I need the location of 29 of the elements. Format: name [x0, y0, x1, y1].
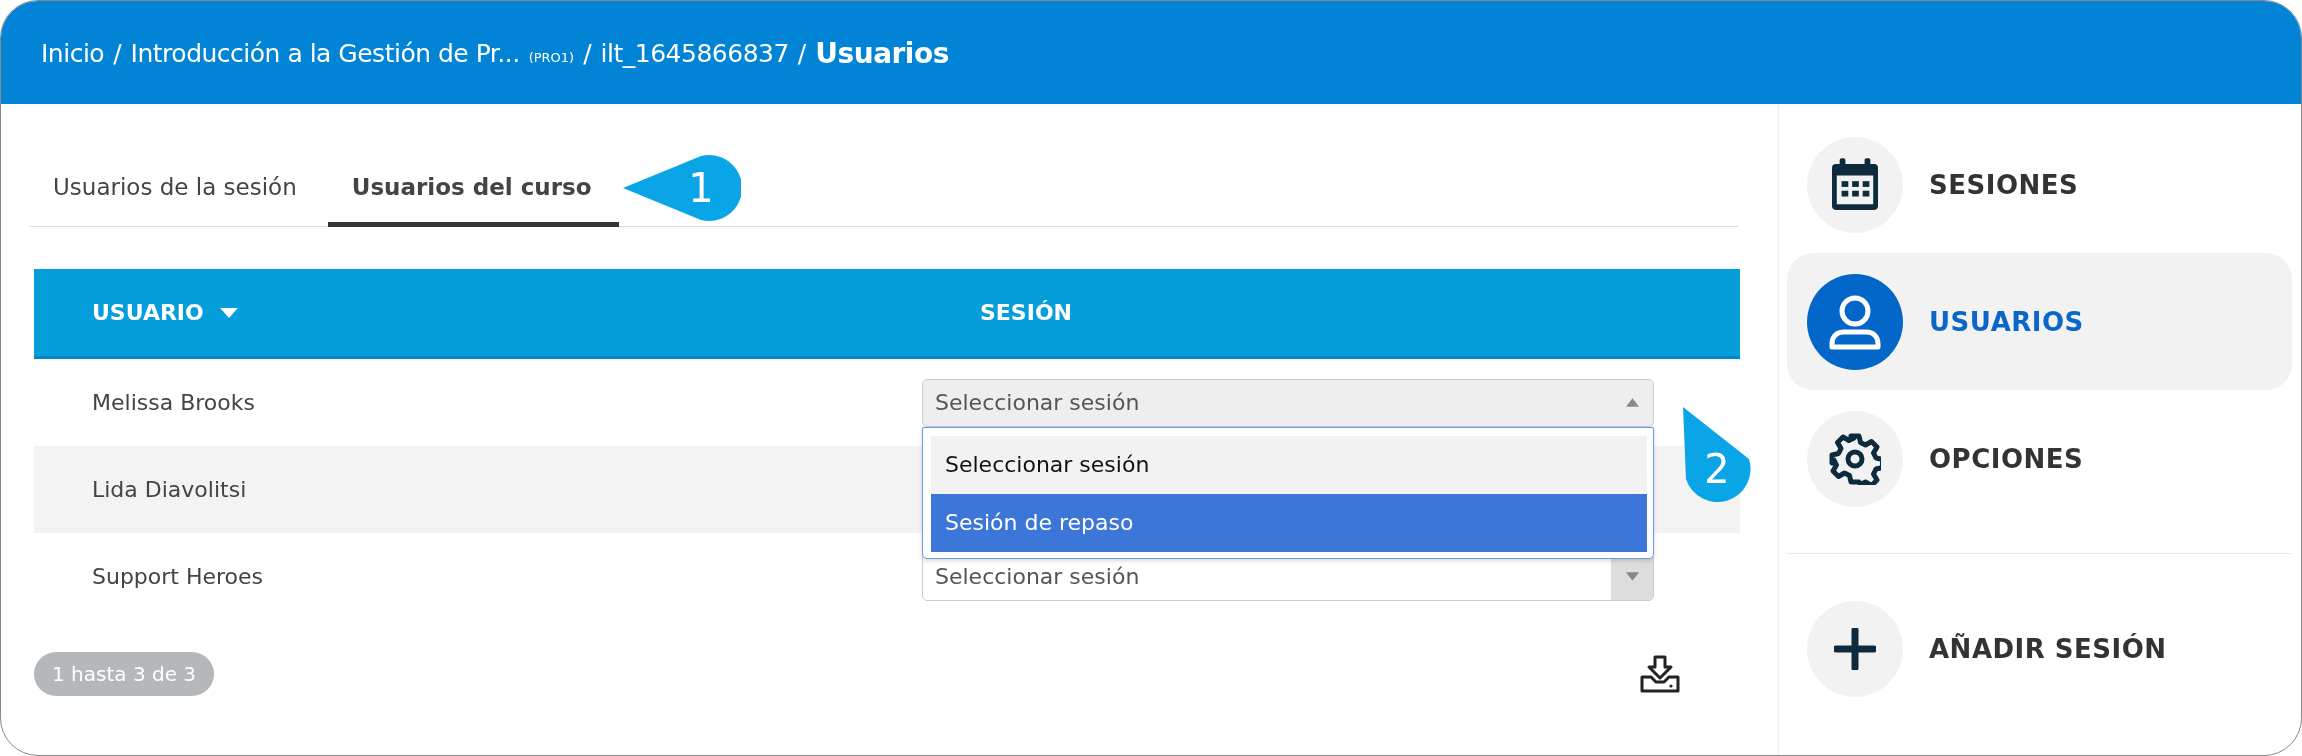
sidebar-item[interactable]: SESIONES: [1787, 116, 2292, 253]
breadcrumb-link[interactable]: Introducción a la Gestión de Pr...: [130, 39, 520, 68]
pagination-badge: 1 hasta 3 de 3: [34, 652, 215, 696]
user-name: Support Heroes: [91, 564, 265, 589]
sidebar-item[interactable]: OPCIONES: [1787, 390, 2292, 527]
tab[interactable]: Usuarios del curso: [327, 151, 619, 227]
add-session-button[interactable]: AÑADIR SESIÓN: [1787, 580, 2292, 717]
dropdown-option[interactable]: Seleccionar sesión: [931, 435, 1647, 494]
breadcrumb-link[interactable]: ilt_1645866837: [600, 39, 789, 68]
user-name: Melissa Brooks: [91, 390, 256, 415]
breadcrumb-link[interactable]: Usuarios: [815, 37, 949, 70]
breadcrumb-link[interactable]: Inicio: [41, 39, 105, 68]
breadcrumb-separator: /: [583, 39, 592, 68]
dropdown-option[interactable]: Sesión de repaso: [931, 493, 1647, 552]
user-icon: [1827, 293, 1883, 350]
user-name: Lida Diavolitsi: [91, 477, 248, 502]
session-select[interactable]: Seleccionar sesión: [922, 378, 1654, 427]
breadcrumb-separator: /: [113, 39, 122, 68]
tab[interactable]: Usuarios de la sesión: [29, 151, 324, 227]
calendar-icon: [1832, 157, 1878, 212]
plus-icon: [1834, 627, 1876, 670]
sidebar-item[interactable]: USUARIOS: [1787, 253, 2292, 390]
course-code: (PRO1): [528, 50, 575, 65]
download-icon[interactable]: [1640, 655, 1680, 693]
settings-icon: [1829, 432, 1881, 485]
breadcrumb-separator: /: [797, 39, 807, 68]
caret-icon: [1625, 572, 1639, 581]
caret-icon: [1625, 398, 1639, 407]
step-callout: 1: [621, 153, 741, 223]
